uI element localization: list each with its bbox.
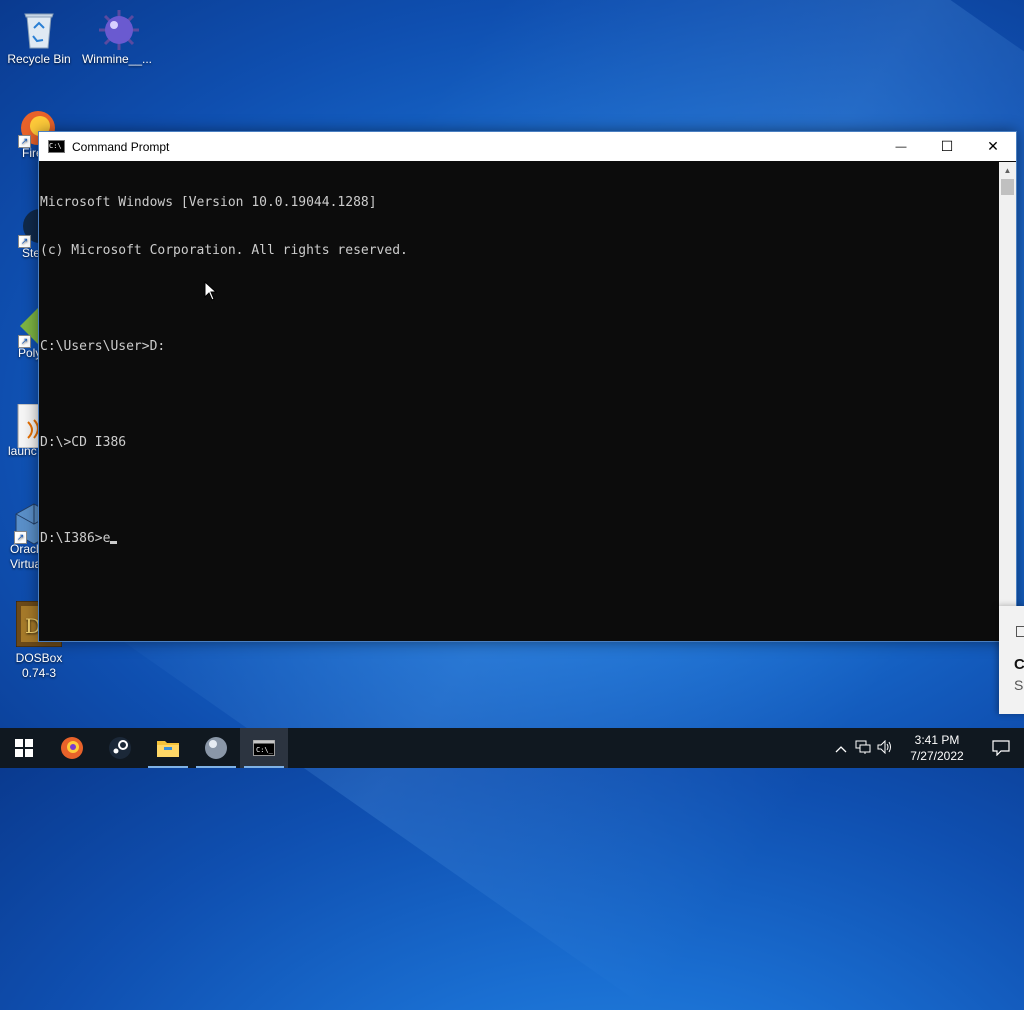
close-button[interactable]: ✕ bbox=[970, 132, 1016, 161]
console-line: C:\Users\User>D: bbox=[40, 339, 166, 354]
taskbar-firefox[interactable] bbox=[48, 728, 96, 768]
shortcut-arrow-icon: ↗ bbox=[18, 235, 31, 248]
console-prompt-line[interactable]: D:\I386>e bbox=[40, 531, 999, 547]
close-icon: ✕ bbox=[987, 138, 999, 154]
notification-body: S bbox=[1014, 677, 1024, 693]
desktop-icon-recycle-bin[interactable]: Recycle Bin bbox=[0, 8, 78, 67]
clock-time: 3:41 PM bbox=[914, 733, 960, 747]
network-icon[interactable] bbox=[852, 740, 874, 757]
console-line: (c) Microsoft Corporation. All rights re… bbox=[40, 243, 408, 258]
maximize-icon: ☐ bbox=[940, 138, 954, 154]
shortcut-arrow-icon: ↗ bbox=[18, 335, 31, 348]
chevron-up-icon[interactable] bbox=[830, 741, 852, 756]
system-tray: 3:41 PM 7/27/2022 bbox=[830, 728, 1024, 768]
notification-toast[interactable]: C S bbox=[999, 606, 1024, 714]
scroll-up-arrow-icon[interactable]: ▲ bbox=[999, 162, 1016, 179]
taskbar-clock[interactable]: 3:41 PM 7/27/2022 bbox=[902, 732, 972, 764]
svg-text:C:\_: C:\_ bbox=[256, 746, 274, 754]
vertical-scrollbar[interactable]: ▲ bbox=[999, 162, 1016, 641]
command-prompt-window[interactable]: C:\ Command Prompt — ☐ ✕ Microsoft Windo… bbox=[38, 131, 1017, 642]
minesweeper-icon bbox=[97, 8, 139, 50]
desktop-icon-winmine[interactable]: Winmine__... bbox=[78, 8, 156, 67]
maximize-button[interactable]: ☐ bbox=[924, 132, 970, 161]
scrollbar-thumb[interactable] bbox=[1001, 179, 1014, 195]
console-line: D:\>CD I386 bbox=[40, 435, 127, 450]
desktop-icon-label: Recycle Bin bbox=[7, 52, 71, 66]
minimize-button[interactable]: — bbox=[878, 132, 924, 161]
action-center-button[interactable] bbox=[978, 728, 1024, 768]
notification-app-icon bbox=[1016, 626, 1024, 637]
console-line: Microsoft Windows [Version 10.0.19044.12… bbox=[40, 195, 377, 210]
text-cursor bbox=[110, 541, 118, 544]
shortcut-arrow-icon: ↗ bbox=[14, 531, 27, 544]
clock-date: 7/27/2022 bbox=[910, 749, 964, 763]
notification-title: C bbox=[1014, 656, 1024, 673]
shortcut-arrow-icon: ↗ bbox=[18, 135, 31, 148]
taskbar-command-prompt[interactable]: C:\_ bbox=[240, 728, 288, 768]
console-input[interactable]: D:\I386>e bbox=[40, 531, 110, 546]
firefox-icon bbox=[61, 737, 83, 759]
taskbar: C:\_ 3:41 PM 7/27/2022 bbox=[0, 728, 1024, 768]
command-prompt-icon: C:\_ bbox=[253, 740, 275, 756]
recycle-bin-icon bbox=[19, 8, 59, 49]
start-button[interactable] bbox=[0, 728, 48, 768]
desktop-icon-label: DOSBox 0.74-3 bbox=[15, 651, 63, 680]
volume-icon[interactable] bbox=[874, 739, 896, 757]
minimize-icon: — bbox=[895, 140, 907, 153]
window-title: Command Prompt bbox=[72, 139, 170, 154]
taskbar-sphere-app[interactable] bbox=[192, 728, 240, 768]
taskbar-steam[interactable] bbox=[96, 728, 144, 768]
windows-start-icon bbox=[15, 739, 33, 757]
notification-icon bbox=[992, 740, 1010, 756]
taskbar-file-explorer[interactable] bbox=[144, 728, 192, 768]
window-titlebar[interactable]: C:\ Command Prompt — ☐ ✕ bbox=[39, 132, 1016, 161]
command-prompt-icon: C:\ bbox=[48, 140, 65, 153]
desktop-icon-label: Winmine__... bbox=[81, 52, 153, 66]
sphere-app-icon bbox=[205, 737, 227, 759]
console-output[interactable]: Microsoft Windows [Version 10.0.19044.12… bbox=[39, 162, 999, 641]
file-explorer-icon bbox=[157, 741, 179, 757]
steam-icon bbox=[109, 737, 131, 759]
